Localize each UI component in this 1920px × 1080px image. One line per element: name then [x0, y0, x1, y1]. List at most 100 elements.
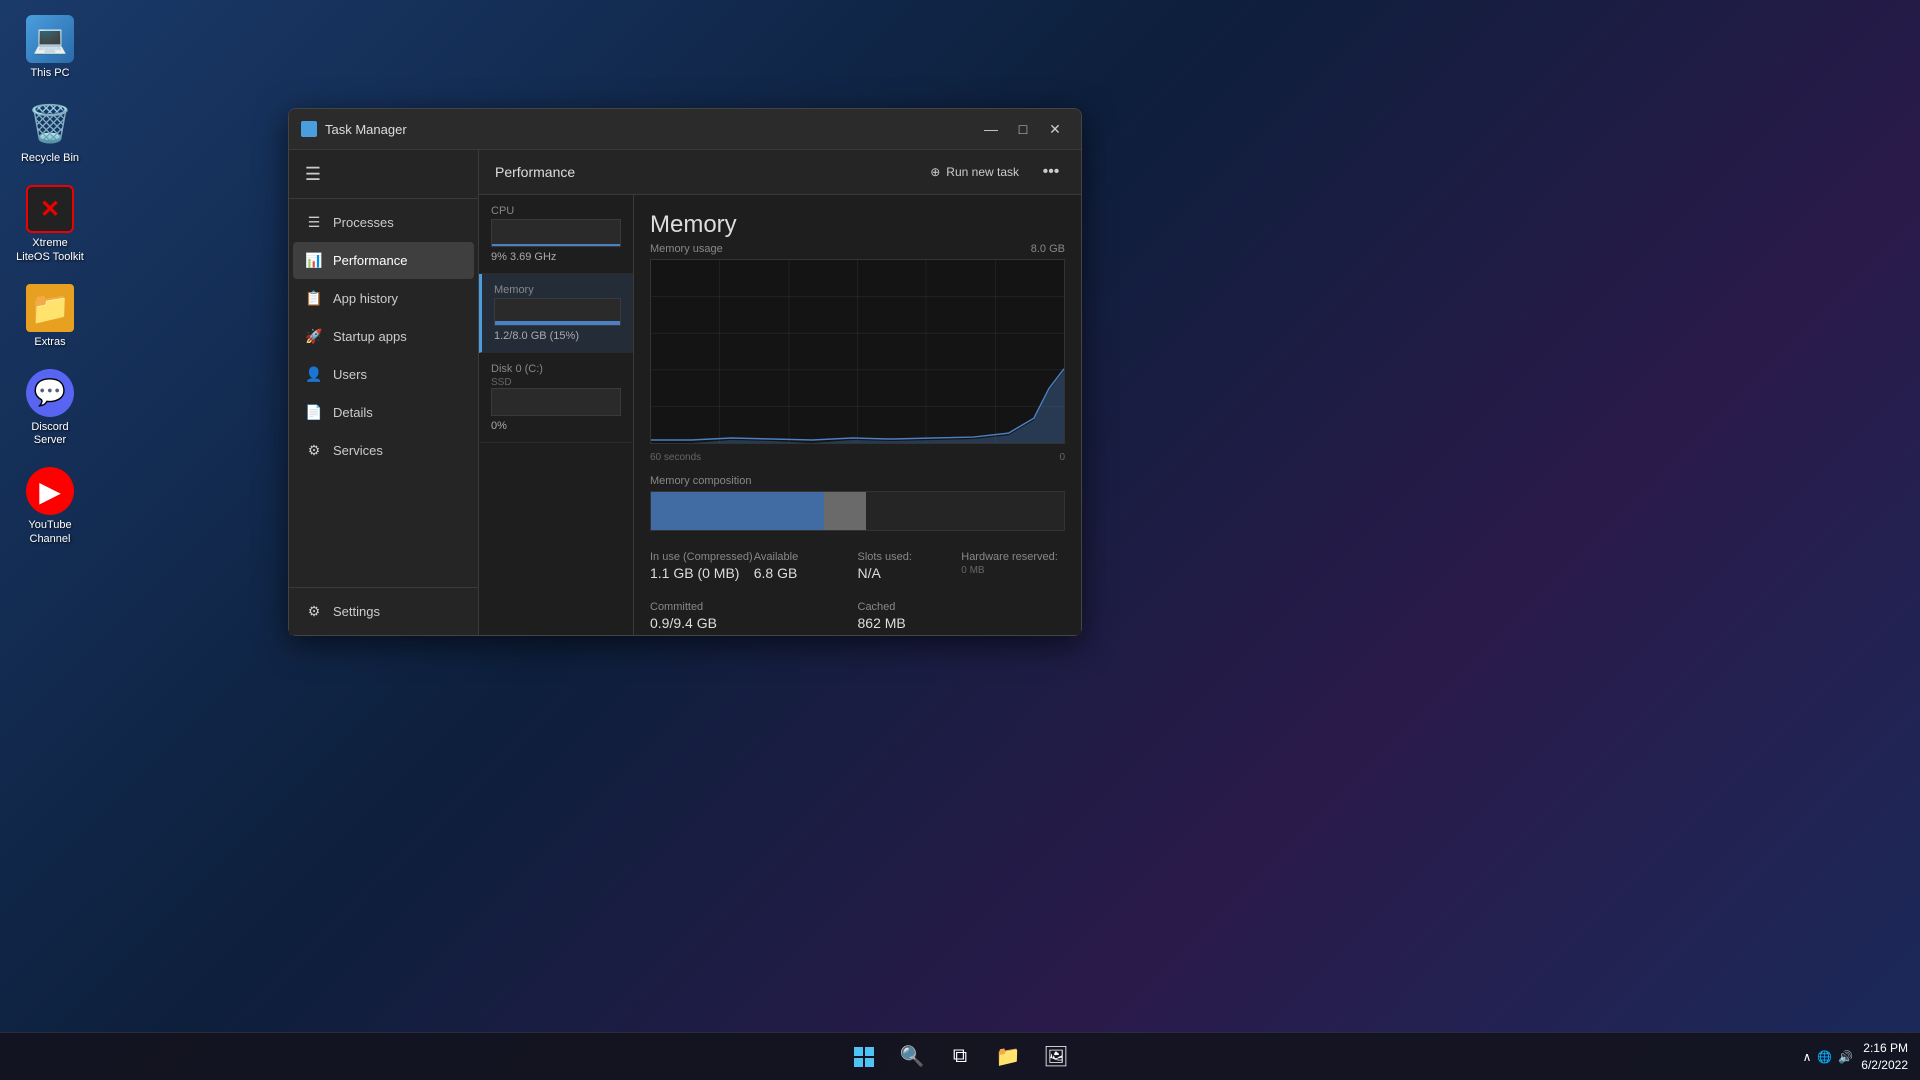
xtreme-icon: ✕	[26, 185, 74, 233]
tray-chevron[interactable]: ∧	[1803, 1050, 1812, 1064]
app-history-icon: 📋	[305, 290, 323, 307]
extras-label: Extras	[34, 336, 65, 349]
youtube-icon: ▶	[26, 467, 74, 515]
sidebar-item-performance[interactable]: 📊 Performance	[293, 242, 474, 279]
maximize-button[interactable]: □	[1009, 117, 1037, 141]
performance-icon: 📊	[305, 252, 323, 269]
title-area: Task Manager	[301, 121, 407, 137]
services-icon: ⚙	[305, 442, 323, 459]
clock-date: 6/2/2022	[1861, 1057, 1908, 1074]
desktop-icon-this-pc[interactable]: 💻 This PC	[10, 10, 90, 85]
details-icon: 📄	[305, 404, 323, 421]
file-explorer-button[interactable]: 📁	[986, 1035, 1030, 1079]
cpu-item-detail: 9% 3.69 GHz	[491, 251, 621, 263]
mc-standby	[866, 492, 1064, 530]
memory-usage-header: Memory usage 8.0 GB	[650, 243, 1065, 255]
recycle-bin-label: Recycle Bin	[21, 152, 79, 165]
sidebar-item-details[interactable]: 📄 Details	[293, 394, 474, 431]
disk-bar	[491, 388, 621, 416]
minimize-button[interactable]: —	[977, 117, 1005, 141]
stat-slots-used: Slots used: N/A	[858, 547, 962, 585]
mc-used	[651, 492, 824, 530]
search-button[interactable]: 🔍	[890, 1035, 934, 1079]
memory-composition-label: Memory composition	[650, 475, 1065, 487]
window-controls: — □ ✕	[977, 117, 1069, 141]
stat-available-label: Available	[754, 551, 858, 563]
stat-hw-sublabel: 0 MB	[961, 565, 1065, 576]
stat-in-use-value: 1.1 GB (0 MB)	[650, 565, 754, 581]
perf-item-memory[interactable]: Memory 1.2/8.0 GB (15%)	[479, 274, 633, 353]
tm-body: ☰ ☰ Processes 📊 Performance 📋 App histor…	[289, 150, 1081, 635]
this-pc-label: This PC	[30, 67, 69, 80]
memory-graph-footer: 60 seconds 0	[650, 452, 1065, 463]
memory-title: Memory	[650, 211, 1065, 239]
taskbar-center: 🔍 ⧉ 📁 🖼	[842, 1035, 1078, 1079]
tm-nav: ☰ Processes 📊 Performance 📋 App history …	[289, 199, 478, 587]
system-clock[interactable]: 2:16 PM 6/2/2022	[1861, 1040, 1908, 1074]
discord-icon: 💬	[26, 369, 74, 417]
cpu-item-label: CPU	[491, 205, 621, 217]
desktop-icon-discord[interactable]: 💬 Discord Server	[10, 364, 90, 452]
startup-apps-icon: 🚀	[305, 328, 323, 345]
stat-hw-reserved: Hardware reserved: 0 MB	[961, 547, 1065, 585]
sidebar-bottom: ⚙ Settings	[289, 587, 478, 635]
memory-usage-label: Memory usage	[650, 243, 723, 255]
memory-stats-grid2: Committed 0.9/9.4 GB Cached 862 MB Paged…	[650, 597, 1065, 635]
processes-icon: ☰	[305, 214, 323, 231]
sidebar-item-settings[interactable]: ⚙ Settings	[293, 593, 474, 630]
desktop-icon-recycle-bin[interactable]: 🗑️ Recycle Bin	[10, 95, 90, 170]
memory-item-label: Memory	[494, 284, 621, 296]
stat-cached-label: Cached	[858, 601, 1066, 613]
users-icon: 👤	[305, 366, 323, 383]
sidebar-item-users[interactable]: 👤 Users	[293, 356, 474, 393]
memory-bar	[494, 298, 621, 326]
stat-in-use-label: In use (Compressed)	[650, 551, 754, 563]
disk-item-sub: SSD	[491, 377, 621, 388]
stat-cached: Cached 862 MB	[858, 597, 1066, 635]
tray-network-icon: 🌐	[1817, 1050, 1832, 1064]
mc-modified	[824, 492, 865, 530]
windows-logo-icon	[854, 1047, 874, 1067]
stat-committed-value: 0.9/9.4 GB	[650, 615, 858, 631]
photos-button[interactable]: 🖼	[1034, 1035, 1078, 1079]
task-view-button[interactable]: ⧉	[938, 1035, 982, 1079]
memory-composition-bar	[650, 491, 1065, 531]
sidebar-item-processes[interactable]: ☰ Processes	[293, 204, 474, 241]
stat-available: Available 6.8 GB	[754, 547, 858, 585]
extras-icon: 📁	[26, 284, 74, 332]
tray-volume-icon: 🔊	[1838, 1050, 1853, 1064]
discord-label: Discord Server	[15, 421, 85, 447]
stat-committed: Committed 0.9/9.4 GB	[650, 597, 858, 635]
more-options-button[interactable]: •••	[1037, 158, 1065, 186]
toolbar-right: ⊕ Run new task •••	[920, 158, 1065, 186]
stat-cached-value: 862 MB	[858, 615, 1066, 631]
run-task-icon: ⊕	[930, 165, 940, 179]
memory-bar-fill	[495, 321, 620, 325]
memory-graph	[650, 259, 1065, 444]
desktop-icon-extras[interactable]: 📁 Extras	[10, 279, 90, 354]
graph-time-label: 60 seconds	[650, 452, 701, 463]
stat-slots-value: N/A	[858, 565, 962, 581]
hamburger-menu-button[interactable]: ☰	[297, 158, 329, 190]
perf-item-cpu[interactable]: CPU 9% 3.69 GHz	[479, 195, 633, 274]
desktop-icon-xtreme[interactable]: ✕ Xtreme LiteOS Toolkit	[10, 180, 90, 268]
youtube-label: YouTube Channel	[15, 519, 85, 545]
perf-item-disk[interactable]: Disk 0 (C:) SSD 0%	[479, 353, 633, 443]
taskbar: 🔍 ⧉ 📁 🖼 ∧ 🌐 🔊 2:16 PM 6/2/2022	[0, 1032, 1920, 1080]
desktop-icon-area: 💻 This PC 🗑️ Recycle Bin ✕ Xtreme LiteOS…	[10, 10, 90, 551]
sidebar-item-services[interactable]: ⚙ Services	[293, 432, 474, 469]
start-button[interactable]	[842, 1035, 886, 1079]
cpu-bar-fill	[492, 244, 620, 246]
cpu-bar	[491, 219, 621, 247]
tm-main: Performance ⊕ Run new task ••• CP	[479, 150, 1081, 635]
memory-stats-grid: In use (Compressed) 1.1 GB (0 MB) Availa…	[650, 547, 1065, 585]
sidebar-item-startup-apps[interactable]: 🚀 Startup apps	[293, 318, 474, 355]
disk-item-label: Disk 0 (C:)	[491, 363, 621, 375]
sidebar-item-app-history[interactable]: 📋 App history	[293, 280, 474, 317]
stat-in-use: In use (Compressed) 1.1 GB (0 MB)	[650, 547, 754, 585]
tm-title-text: Task Manager	[325, 122, 407, 137]
tm-toolbar: Performance ⊕ Run new task •••	[479, 150, 1081, 195]
desktop-icon-youtube[interactable]: ▶ YouTube Channel	[10, 462, 90, 550]
run-new-task-button[interactable]: ⊕ Run new task	[920, 161, 1029, 183]
close-button[interactable]: ✕	[1041, 117, 1069, 141]
